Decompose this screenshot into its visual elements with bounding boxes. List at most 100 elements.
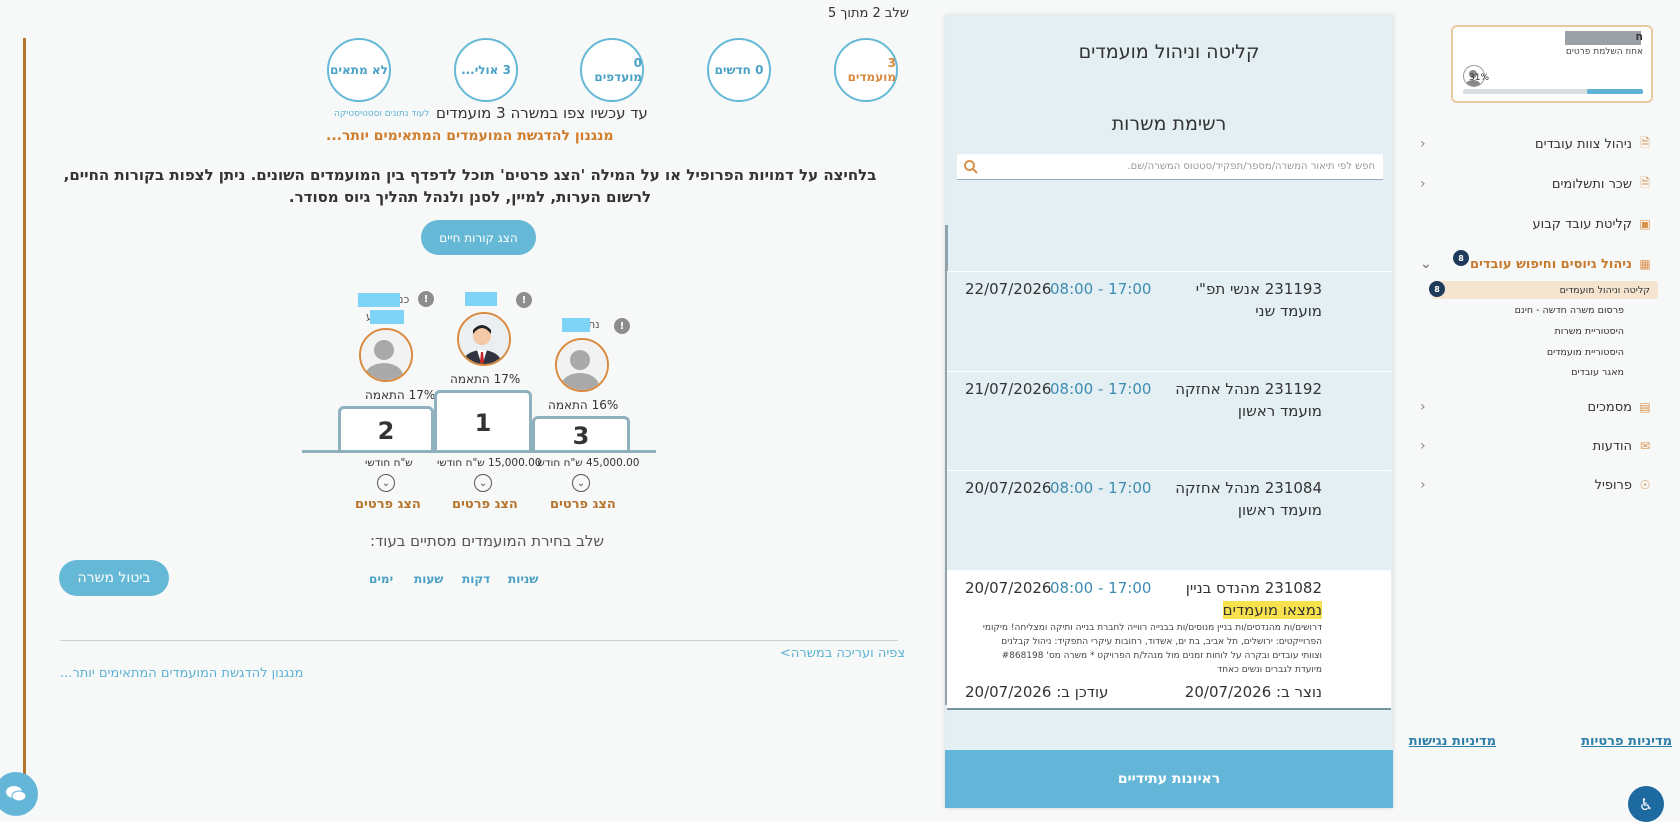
left-accent-border: [23, 38, 26, 808]
main-content: שלב 2 מתוך 5 3 מועמדים 0 חדשים 0 מועדפים…: [0, 0, 940, 816]
candidate-3-match: 16% התאמה: [548, 398, 619, 412]
candidate-1-chevron-down-icon[interactable]: ⌄: [474, 474, 492, 492]
stage-new[interactable]: 0 חדשים: [707, 38, 771, 102]
stage-maybe[interactable]: 3 אולי...: [454, 38, 518, 102]
nav-messages[interactable]: ✉ הודעות ‹: [1406, 434, 1652, 458]
candidate-2-avatar[interactable]: [359, 328, 413, 382]
step-indicator: שלב 2 מתוך 5: [828, 6, 909, 21]
payment-document-icon: 🗎: [1640, 175, 1650, 190]
profile-completion-percent: 31%: [1469, 73, 1490, 83]
candidate-2-salary: ש"ח חודשי: [365, 457, 413, 469]
profile-completion-fill: [1587, 89, 1643, 94]
job-status: מועמד שני: [1255, 302, 1322, 320]
stage-all-candidates[interactable]: 3 מועמדים: [834, 38, 898, 102]
message-icon: ✉: [1639, 439, 1651, 453]
podium-base: [302, 450, 656, 453]
files-icon: ▤: [1639, 400, 1651, 414]
nav-label: פרופיל: [1594, 477, 1632, 493]
job-title: 231193 אנשי תפ"י: [1195, 280, 1322, 298]
candidate-2-show-details[interactable]: הצג פרטים: [355, 497, 421, 512]
job-list-panel: קליטה וניהול מועמדים רשימת משרות 231193 …: [945, 15, 1393, 808]
generic-user-icon: [557, 340, 607, 390]
nav-label: ניהול צוות עובדים: [1535, 136, 1632, 152]
job-title: 231192 מנהל אחזקה: [1175, 380, 1322, 398]
user-name-redacted: [1565, 31, 1641, 45]
briefcase-icon: ▣: [1639, 217, 1651, 231]
job-status: נמצאו מועמדים: [1222, 601, 1322, 619]
nav-label: מסמכים: [1587, 399, 1632, 415]
subnav-candidate-history[interactable]: היסטוריית מועמדים: [1547, 347, 1624, 358]
mechanism-link[interactable]: מנגנון להדגשת המועמדים המתאימים יותר...: [60, 666, 303, 681]
nav-team-management[interactable]: 🗎 ניהול צוות עובדים ‹: [1406, 132, 1652, 156]
job-time: 08:00 - 17:00: [1050, 579, 1152, 597]
subnav-candidate-management[interactable]: קליטה וניהול מועמדים: [1432, 281, 1658, 299]
candidate-1-salary: 15,000.00 ש"ח חודשי: [437, 457, 542, 469]
chevron-left-icon: ‹: [1420, 438, 1426, 454]
candidate-1-avatar[interactable]: [457, 312, 511, 366]
countdown-seconds: שניות: [508, 572, 539, 586]
candidate-3-info-icon[interactable]: !: [614, 318, 630, 334]
job-time: 08:00 - 17:00: [1050, 280, 1152, 298]
nav-permanent-hire[interactable]: ▣ קליטת עובד קבוע: [1406, 212, 1652, 236]
podium-rank-2: 2: [338, 406, 434, 453]
user-circle-icon: ☉: [1639, 478, 1651, 492]
cancel-job-button[interactable]: ביטול משרה: [59, 560, 169, 596]
nav-label: שכר ותשלומים: [1551, 176, 1632, 192]
job-card[interactable]: 231084 מנהל אחזקה מועמד ראשון 08:00 - 17…: [947, 470, 1391, 570]
countdown-hours: שעות: [414, 572, 444, 586]
chat-icon[interactable]: [0, 772, 38, 816]
accessibility-policy-link[interactable]: מדיניות נגישות: [1409, 734, 1496, 749]
subnav-job-history[interactable]: היסטוריית משרות: [1555, 326, 1625, 337]
subnav-post-job[interactable]: פרסום משרה חדשה - חינם: [1515, 305, 1624, 316]
stats-link[interactable]: לעוד נתונים וסטטיסטיקה: [334, 109, 429, 119]
job-search-input[interactable]: [985, 161, 1375, 172]
job-list-title: רשימת משרות: [1111, 113, 1227, 135]
job-date: 20/07/2026: [965, 579, 1052, 597]
nav-documents[interactable]: ▤ מסמכים ‹: [1406, 395, 1652, 419]
grid-icon: ▦: [1639, 257, 1651, 271]
job-status: מועמד ראשון: [1237, 402, 1322, 420]
job-card-selected[interactable]: 231082 מהנדס בניין נמצאו מועמדים 08:00 -…: [947, 570, 1391, 710]
privacy-policy-link[interactable]: מדיניות פרטיות: [1581, 734, 1672, 749]
job-search: [957, 154, 1383, 180]
candidate-2-chevron-down-icon[interactable]: ⌄: [377, 474, 395, 492]
candidate-1-name-redacted: [465, 292, 497, 306]
candidate-1-show-details[interactable]: הצג פרטים: [452, 497, 518, 512]
nav-profile[interactable]: ☉ פרופיל ‹: [1406, 473, 1652, 497]
instructions-text: בלחיצה על דמויות הפרופיל או על המילה 'הצ…: [63, 166, 877, 206]
job-card[interactable]: 231193 אנשי תפ"י מועמד שני 08:00 - 17:00…: [947, 271, 1391, 371]
businessman-icon: [459, 314, 509, 364]
job-date: 22/07/2026: [965, 280, 1052, 298]
nav-label: הודעות: [1592, 438, 1632, 454]
panel-title: קליטה וניהול מועמדים: [1078, 41, 1260, 63]
job-status: מועמד ראשון: [1237, 501, 1322, 519]
nav-recruitment[interactable]: ▦ ניהול גיוסים וחיפוש עובדים ⌄: [1406, 252, 1652, 276]
candidate-2-match: 17% התאמה: [365, 388, 436, 402]
profile-completion-label: אחוז השלמת פרטים: [1565, 47, 1643, 57]
mechanism-text: מנגנון להדגשת המועמדים המתאימים יותר...: [326, 128, 614, 144]
candidate-1-match: 17% התאמה: [450, 372, 521, 386]
user-profile-card[interactable]: ח אחוז השלמת פרטים 31%: [1451, 25, 1653, 103]
candidate-3-chevron-down-icon[interactable]: ⌄: [572, 474, 590, 492]
stage-not-suitable[interactable]: לא מתאים: [327, 38, 391, 102]
stage-favorites[interactable]: 0 מועדפים: [580, 38, 644, 102]
nav-label: ניהול גיוסים וחיפוש עובדים: [1469, 256, 1632, 272]
future-interviews-button[interactable]: ראיונות עתידיים: [945, 750, 1393, 808]
generic-user-icon: [361, 330, 411, 380]
profile-completion-bar: [1463, 89, 1643, 94]
candidate-3-salary: 45,000.00 ש"ח חודשי: [535, 457, 640, 469]
accessibility-icon[interactable]: ♿: [1628, 786, 1664, 822]
search-icon[interactable]: [963, 159, 979, 175]
job-card[interactable]: 231192 מנהל אחזקה מועמד ראשון 08:00 - 17…: [947, 371, 1391, 470]
chevron-left-icon: ‹: [1420, 477, 1426, 493]
view-edit-job-link[interactable]: צפיה ועריכה במשרה>: [780, 646, 905, 661]
job-description: דרושים/ות מהנדסים/ות בניין מנוסים/ות בבנ…: [982, 623, 1322, 675]
candidate-2-info-icon[interactable]: !: [418, 291, 434, 307]
subnav-employee-pool[interactable]: מאגר עובדים: [1571, 367, 1624, 378]
candidate-3-avatar[interactable]: [555, 338, 609, 392]
job-time: 08:00 - 17:00: [1050, 479, 1152, 497]
show-cv-button[interactable]: הצג קורות חיים: [421, 220, 536, 255]
candidate-1-info-icon[interactable]: !: [516, 292, 532, 308]
nav-payroll[interactable]: 🗎 שכר ותשלומים ‹: [1406, 172, 1652, 196]
candidate-3-show-details[interactable]: הצג פרטים: [550, 497, 616, 512]
